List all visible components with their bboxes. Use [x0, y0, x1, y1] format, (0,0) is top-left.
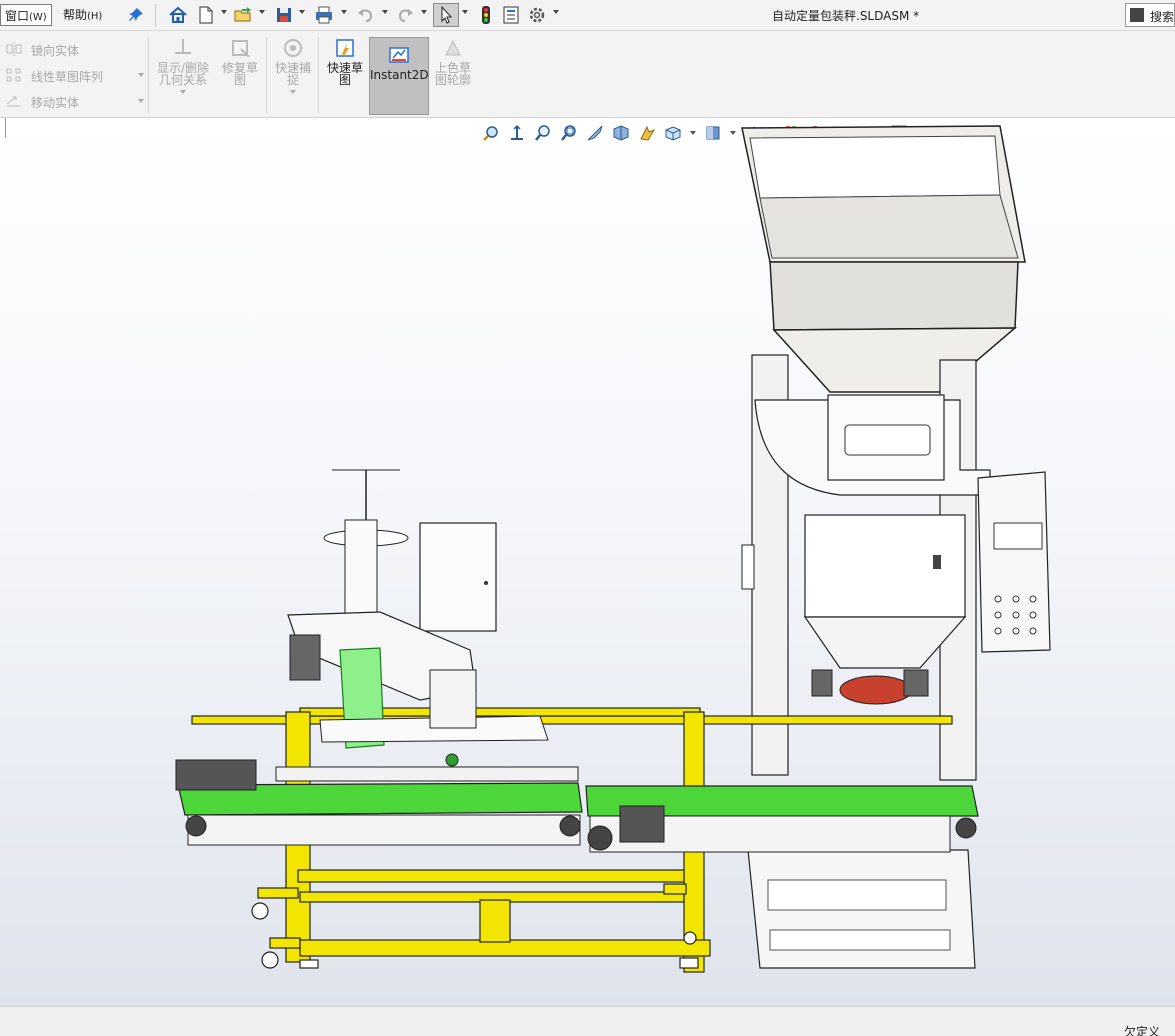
- search-label: 搜索: [1150, 10, 1175, 24]
- rapid-sketch-icon: [334, 37, 356, 59]
- quick-snaps-dropdown-icon[interactable]: [290, 90, 296, 94]
- repair-sketch-label: 修复草 图: [221, 61, 258, 87]
- open-icon[interactable]: [233, 5, 253, 25]
- relations-dropdown-icon[interactable]: [180, 90, 186, 94]
- assembly-model[interactable]: [0, 118, 1175, 1006]
- select-cursor-icon[interactable]: [433, 3, 459, 27]
- repair-sketch-icon: [229, 37, 251, 59]
- ribbon-separator: [318, 37, 319, 113]
- mirror-entities-label: 镜向实体: [31, 44, 80, 58]
- undo-icon[interactable]: [356, 5, 376, 25]
- menu-bar: 窗口(W) 帮助(H) 自动定量包装秤.SLDASM * 搜索: [0, 0, 1175, 31]
- quick-snaps-icon: [282, 37, 304, 59]
- move-entities-label: 移动实体: [31, 96, 80, 110]
- move-icon: [6, 94, 22, 108]
- ribbon-separator: [148, 37, 149, 113]
- menu-window-shortcut: (W): [29, 12, 47, 23]
- options-dropdown-icon[interactable]: [553, 10, 559, 14]
- menu-separator: [155, 4, 156, 27]
- search-command-icon: [1130, 8, 1144, 22]
- rapid-sketch-button[interactable]: 快速草 图: [322, 37, 368, 86]
- move-dropdown-icon[interactable]: [138, 99, 144, 103]
- status-bar: 欠定义: [0, 1006, 1175, 1036]
- menu-window-label: 窗口: [5, 9, 30, 23]
- quick-snaps-label: 快速捕 捉: [274, 61, 311, 87]
- sketch-status: 欠定义: [1124, 1025, 1161, 1036]
- linear-pattern-icon: [6, 68, 22, 82]
- menu-help[interactable]: 帮助(H): [59, 4, 106, 26]
- options-gear-icon[interactable]: [527, 5, 547, 25]
- shaded-sketch-contours-label: 上色草 图轮廓: [434, 61, 471, 87]
- new-document-icon[interactable]: [196, 5, 216, 25]
- save-icon[interactable]: [274, 5, 294, 25]
- command-manager: 镜向实体 线性草图阵列 移动实体 显示/删除 几何关系 修复草 图 快速捕 捉: [0, 31, 1175, 118]
- instant2d-icon: [388, 44, 410, 66]
- rapid-sketch-label: 快速草 图: [326, 61, 363, 87]
- redo-dropdown-icon[interactable]: [421, 10, 427, 14]
- menu-help-label: 帮助: [63, 8, 88, 22]
- show-delete-relations-button[interactable]: 显示/删除 几何关系: [152, 37, 214, 94]
- rebuild-traffic-light-icon[interactable]: [476, 5, 496, 25]
- save-dropdown-icon[interactable]: [299, 10, 305, 14]
- sewing-machine-unit[interactable]: [275, 469, 579, 782]
- file-properties-icon[interactable]: [501, 5, 521, 25]
- home-icon[interactable]: [168, 5, 188, 25]
- quick-snaps-button[interactable]: 快速捕 捉: [270, 37, 316, 94]
- solidworks-window: 窗口(W) 帮助(H) 自动定量包装秤.SLDASM * 搜索 镜向实体 线性草…: [0, 0, 1175, 1036]
- linear-pattern-dropdown-icon[interactable]: [138, 73, 144, 77]
- new-dropdown-icon[interactable]: [221, 10, 227, 14]
- redo-icon[interactable]: [395, 5, 415, 25]
- show-delete-relations-label: 显示/删除 几何关系: [156, 61, 210, 87]
- undo-dropdown-icon[interactable]: [382, 10, 388, 14]
- pin-menu-icon[interactable]: [128, 7, 144, 23]
- search-box[interactable]: 搜索: [1125, 3, 1175, 27]
- shaded-sketch-contours-button[interactable]: 上色草 图轮廓: [430, 37, 476, 86]
- mirror-icon: [6, 42, 22, 56]
- document-title: 自动定量包装秤.SLDASM *: [772, 9, 920, 23]
- ribbon-separator: [266, 37, 267, 113]
- print-dropdown-icon[interactable]: [341, 10, 347, 14]
- menu-window[interactable]: 窗口(W): [0, 4, 52, 26]
- menu-help-shortcut: (H): [87, 11, 103, 22]
- relations-icon: [172, 37, 194, 59]
- caster-wheels: [251, 902, 699, 969]
- repair-sketch-button[interactable]: 修复草 图: [216, 37, 264, 86]
- select-dropdown-icon[interactable]: [462, 10, 468, 14]
- shaded-contours-icon: [442, 37, 464, 59]
- instant2d-button[interactable]: Instant2D: [369, 37, 429, 115]
- open-dropdown-icon[interactable]: [259, 10, 265, 14]
- graphics-area[interactable]: [0, 118, 1175, 1006]
- linear-sketch-pattern-label: 线性草图阵列: [31, 70, 104, 84]
- print-icon[interactable]: [314, 5, 334, 25]
- instant2d-label: Instant2D: [370, 68, 429, 82]
